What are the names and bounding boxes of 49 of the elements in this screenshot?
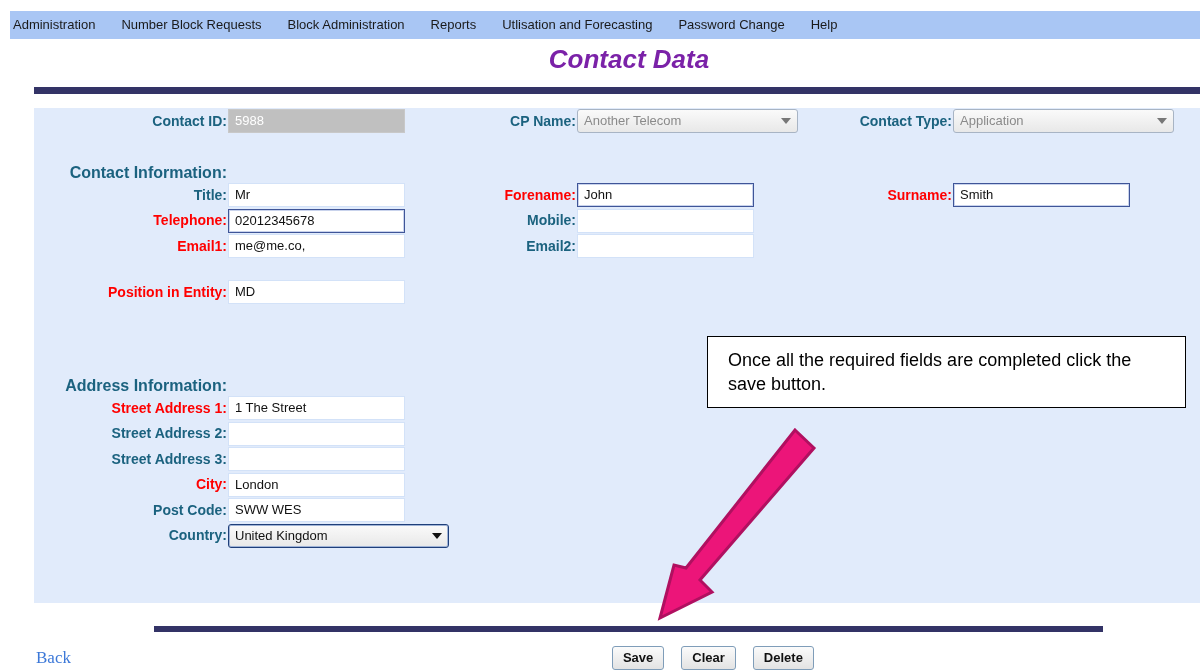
callout-text: Once all the required fields are completed click the save button.	[728, 349, 1133, 396]
text-field[interactable]	[577, 234, 754, 258]
menu-item[interactable]: Help	[807, 15, 861, 35]
text-field[interactable]: me@me.co,	[228, 234, 405, 258]
section-heading: Contact Information:	[69, 163, 228, 183]
text-field[interactable]: John	[577, 183, 754, 207]
field-label: Position in Entity:	[108, 282, 228, 302]
text-field[interactable]: Mr	[228, 183, 405, 207]
field-label: Mobile:	[527, 211, 577, 230]
action-button[interactable]: Clear	[681, 645, 736, 670]
page-title: Contact Data	[548, 43, 710, 75]
back-link[interactable]: Back	[36, 645, 71, 670]
text-field[interactable]: London	[228, 472, 405, 497]
field-label: Forename:	[504, 185, 577, 205]
text-field[interactable]	[577, 208, 754, 233]
field-label: Email1:	[177, 236, 228, 256]
dropdown-field[interactable]: United Kingdom	[228, 523, 449, 548]
text-field[interactable]: 02012345678	[228, 208, 405, 233]
field-label: Contact Type:	[859, 111, 953, 131]
text-field[interactable]	[228, 421, 405, 446]
caret-icon	[781, 118, 791, 124]
field-label: Title:	[193, 185, 228, 205]
field-label: Email2:	[526, 236, 577, 256]
field-label: Surname:	[887, 185, 953, 205]
menu-item[interactable]: Reports	[427, 15, 500, 35]
text-field[interactable]	[228, 447, 405, 471]
text-field[interactable]: MD	[228, 280, 405, 304]
action-button[interactable]: Delete	[752, 645, 814, 670]
caret-icon	[432, 532, 442, 539]
text-field[interactable]: Smith	[953, 183, 1130, 207]
menu-item[interactable]: Block Administration	[284, 15, 428, 35]
menu-item[interactable]: Number Block Requests	[118, 15, 285, 35]
action-button[interactable]: Save	[611, 645, 665, 670]
menu-item[interactable]: Utlisation and Forecasting	[499, 15, 676, 35]
field-label: Telephone:	[153, 211, 228, 230]
menu-item[interactable]: Administration	[10, 15, 119, 35]
text-field[interactable]: 1 The Street	[228, 396, 405, 420]
field-label: Contact ID:	[152, 111, 228, 131]
field-label: City:	[195, 475, 228, 494]
field-label: CP Name:	[510, 111, 577, 131]
field-label: Post Code:	[153, 500, 228, 520]
section-heading: Address Information:	[65, 376, 228, 396]
field-label: Street Address 2:	[111, 424, 228, 443]
field-label: Country:	[168, 526, 228, 545]
field-label: Street Address 3:	[111, 449, 228, 469]
field-label: Street Address 1:	[111, 398, 228, 418]
text-field[interactable]: SWW WES	[228, 498, 405, 522]
caret-icon	[1157, 118, 1167, 124]
menu-item[interactable]: Password Change	[675, 15, 808, 35]
